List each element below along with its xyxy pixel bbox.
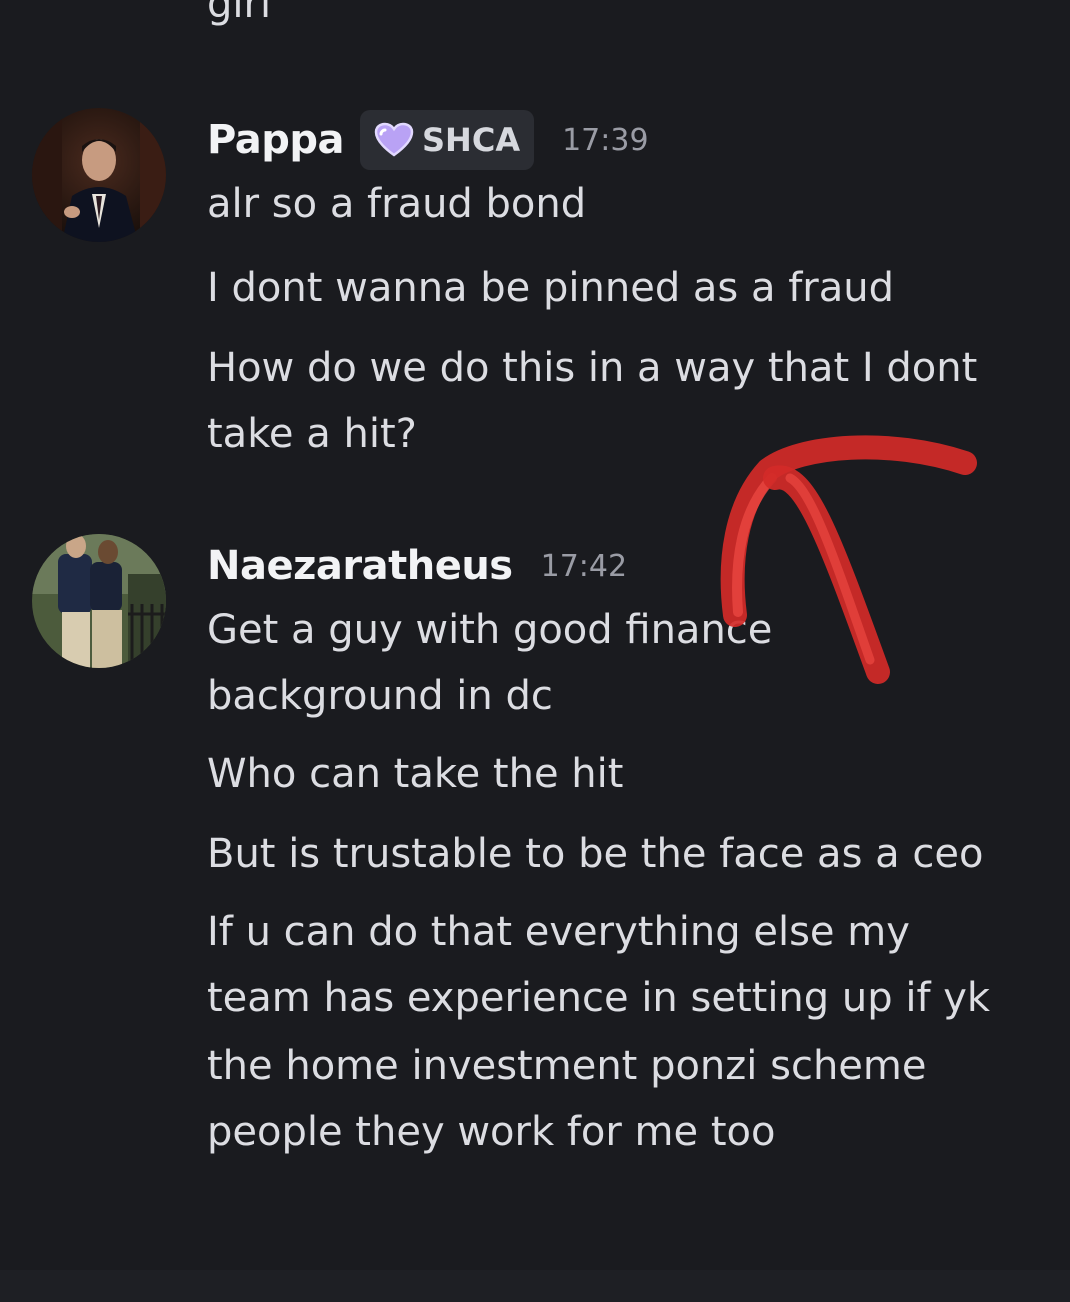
previous-message-text: girl xyxy=(207,0,272,27)
message-line: But is trustable to be the face as a ceo xyxy=(207,831,984,877)
message-line: take a hit? xyxy=(207,411,417,457)
message-line: alr so a fraud bond xyxy=(207,181,587,227)
server-tag[interactable]: SHCA xyxy=(360,110,535,170)
message-line: the home investment ponzi scheme xyxy=(207,1043,927,1089)
message-line: Get a guy with good finance xyxy=(207,607,773,653)
message-line: team has experience in setting up if yk xyxy=(207,975,991,1021)
message-header: Naezaratheus 17:42 xyxy=(207,534,627,598)
timestamp[interactable]: 17:39 xyxy=(562,123,648,158)
username[interactable]: Pappa xyxy=(207,117,345,163)
message-line: How do we do this in a way that I dont xyxy=(207,345,978,391)
message-line: Who can take the hit xyxy=(207,751,624,797)
username[interactable]: Naezaratheus xyxy=(207,543,513,589)
message-line: background in dc xyxy=(207,673,553,719)
message-line: I dont wanna be pinned as a fraud xyxy=(207,265,894,311)
message-line: If u can do that everything else my xyxy=(207,909,910,955)
timestamp[interactable]: 17:42 xyxy=(541,549,627,584)
server-tag-label: SHCA xyxy=(422,121,521,159)
avatar[interactable] xyxy=(32,534,166,668)
message-line: people they work for me too xyxy=(207,1109,776,1155)
bottom-bar xyxy=(0,1270,1070,1302)
message-header: Pappa SHCA 17:39 xyxy=(207,108,649,172)
heart-icon xyxy=(374,122,414,158)
avatar[interactable] xyxy=(32,108,166,242)
